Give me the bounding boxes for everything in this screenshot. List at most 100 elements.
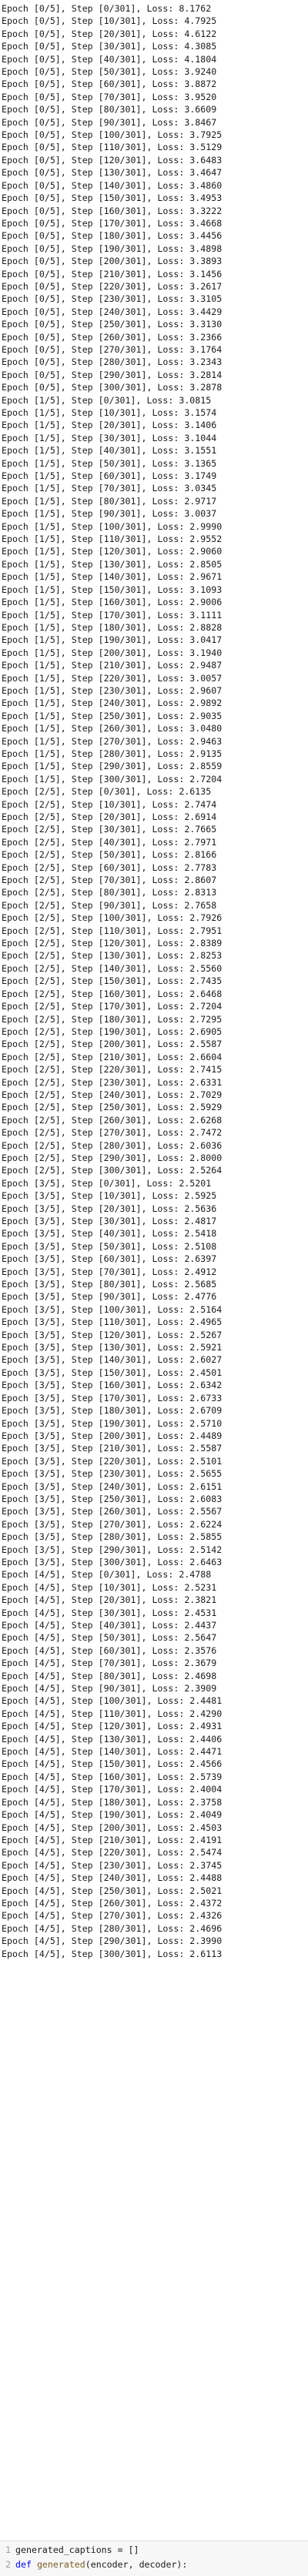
log-line: Epoch [0/5], Step [10/301], Loss: 4.7925	[2, 15, 217, 27]
log-line: Epoch [4/5], Step [250/301], Loss: 2.502…	[2, 1885, 223, 1896]
log-line: Epoch [4/5], Step [10/301], Loss: 2.5231	[2, 1581, 217, 1593]
log-line: Epoch [2/5], Step [30/301], Loss: 2.7665	[2, 824, 217, 835]
log-line: Epoch [2/5], Step [160/301], Loss: 2.646…	[2, 988, 223, 999]
log-line: Epoch [4/5], Step [0/301], Loss: 2.4788	[2, 1569, 212, 1581]
log-line: Epoch [1/5], Step [290/301], Loss: 2.855…	[2, 761, 223, 772]
log-line: Epoch [1/5], Step [120/301], Loss: 2.906…	[2, 546, 223, 557]
log-line: Epoch [3/5], Step [140/301], Loss: 2.602…	[2, 1354, 223, 1366]
log-line: Epoch [3/5], Step [290/301], Loss: 2.514…	[2, 1544, 223, 1555]
log-line: Epoch [0/5], Step [40/301], Loss: 4.1804	[2, 53, 217, 65]
log-line: Epoch [1/5], Step [20/301], Loss: 3.1406	[2, 420, 217, 431]
log-line: Epoch [3/5], Step [50/301], Loss: 2.5108	[2, 1240, 217, 1252]
log-line: Epoch [0/5], Step [280/301], Loss: 3.234…	[2, 356, 223, 368]
log-line: Epoch [4/5], Step [80/301], Loss: 2.4698	[2, 1670, 217, 1681]
log-line: Epoch [2/5], Step [240/301], Loss: 2.702…	[2, 1089, 223, 1100]
log-line: Epoch [4/5], Step [260/301], Loss: 2.437…	[2, 1897, 223, 1909]
log-line: Epoch [2/5], Step [170/301], Loss: 2.720…	[2, 1001, 223, 1012]
log-line: Epoch [2/5], Step [290/301], Loss: 2.800…	[2, 1152, 223, 1163]
log-line: Epoch [2/5], Step [220/301], Loss: 2.741…	[2, 1064, 223, 1076]
log-line: Epoch [1/5], Step [70/301], Loss: 3.0345	[2, 483, 217, 494]
log-line: Epoch [4/5], Step [280/301], Loss: 2.469…	[2, 1922, 223, 1934]
log-line: Epoch [1/5], Step [280/301], Loss: 2.913…	[2, 748, 223, 759]
log-line: Epoch [2/5], Step [130/301], Loss: 2.825…	[2, 950, 223, 962]
log-line: Epoch [0/5], Step [110/301], Loss: 3.512…	[2, 142, 223, 153]
log-line: Epoch [4/5], Step [90/301], Loss: 2.3909	[2, 1683, 217, 1694]
log-line: Epoch [2/5], Step [260/301], Loss: 2.626…	[2, 1114, 223, 1126]
log-line: Epoch [3/5], Step [90/301], Loss: 2.4776	[2, 1291, 217, 1303]
log-line: Epoch [3/5], Step [110/301], Loss: 2.496…	[2, 1316, 223, 1328]
log-line: Epoch [3/5], Step [220/301], Loss: 2.510…	[2, 1455, 223, 1467]
log-line: Epoch [0/5], Step [200/301], Loss: 3.389…	[2, 256, 223, 267]
log-line: Epoch [1/5], Step [90/301], Loss: 3.0037	[2, 508, 217, 520]
log-line: Epoch [1/5], Step [140/301], Loss: 2.967…	[2, 571, 223, 583]
log-line: Epoch [3/5], Step [120/301], Loss: 2.526…	[2, 1329, 223, 1340]
log-line: Epoch [4/5], Step [240/301], Loss: 2.448…	[2, 1872, 223, 1884]
log-line: Epoch [0/5], Step [240/301], Loss: 3.442…	[2, 306, 223, 317]
log-line: Epoch [2/5], Step [0/301], Loss: 2.6135	[2, 786, 212, 798]
log-line: Epoch [2/5], Step [190/301], Loss: 2.690…	[2, 1025, 223, 1037]
log-line: Epoch [4/5], Step [150/301], Loss: 2.456…	[2, 1758, 223, 1770]
log-line: Epoch [1/5], Step [220/301], Loss: 3.005…	[2, 672, 223, 684]
log-line: Epoch [1/5], Step [50/301], Loss: 3.1365	[2, 457, 217, 469]
log-line: Epoch [2/5], Step [100/301], Loss: 2.792…	[2, 912, 223, 924]
log-line: Epoch [0/5], Step [230/301], Loss: 3.310…	[2, 293, 223, 305]
log-line: Epoch [4/5], Step [100/301], Loss: 2.448…	[2, 1695, 223, 1707]
log-line: Epoch [2/5], Step [230/301], Loss: 2.633…	[2, 1076, 223, 1088]
log-line: Epoch [3/5], Step [180/301], Loss: 2.670…	[2, 1405, 223, 1417]
log-line: Epoch [3/5], Step [270/301], Loss: 2.622…	[2, 1518, 223, 1530]
log-line: Epoch [2/5], Step [80/301], Loss: 2.8313	[2, 887, 217, 898]
log-line: Epoch [0/5], Step [170/301], Loss: 3.466…	[2, 217, 223, 229]
log-line: Epoch [3/5], Step [0/301], Loss: 2.5201	[2, 1177, 212, 1189]
log-line: Epoch [0/5], Step [130/301], Loss: 3.464…	[2, 167, 223, 179]
log-line: Epoch [1/5], Step [40/301], Loss: 3.1551	[2, 445, 217, 457]
log-line: Epoch [2/5], Step [280/301], Loss: 2.603…	[2, 1139, 223, 1151]
log-line: Epoch [0/5], Step [160/301], Loss: 3.322…	[2, 205, 223, 216]
log-line: Epoch [1/5], Step [30/301], Loss: 3.1044	[2, 432, 217, 443]
code-cell[interactable]: 1 generated_captions = [] 2 def generate…	[0, 2541, 308, 2576]
log-line: Epoch [4/5], Step [220/301], Loss: 2.547…	[2, 1847, 223, 1858]
log-line: Epoch [1/5], Step [270/301], Loss: 2.946…	[2, 735, 223, 747]
log-line: Epoch [1/5], Step [300/301], Loss: 2.720…	[2, 773, 223, 785]
log-line: Epoch [1/5], Step [100/301], Loss: 2.999…	[2, 520, 223, 532]
log-line: Epoch [4/5], Step [70/301], Loss: 2.3679	[2, 1658, 217, 1669]
log-line: Epoch [3/5], Step [260/301], Loss: 2.556…	[2, 1506, 223, 1517]
log-line: Epoch [4/5], Step [210/301], Loss: 2.419…	[2, 1834, 223, 1845]
log-line: Epoch [2/5], Step [20/301], Loss: 2.6914	[2, 811, 217, 822]
log-line: Epoch [1/5], Step [200/301], Loss: 3.194…	[2, 647, 223, 658]
log-line: Epoch [4/5], Step [110/301], Loss: 2.429…	[2, 1708, 223, 1719]
log-line: Epoch [0/5], Step [100/301], Loss: 3.792…	[2, 129, 223, 141]
log-line: Epoch [1/5], Step [0/301], Loss: 3.0815	[2, 394, 212, 406]
log-line: Epoch [3/5], Step [40/301], Loss: 2.5418	[2, 1228, 217, 1239]
log-line: Epoch [4/5], Step [140/301], Loss: 2.447…	[2, 1746, 223, 1758]
log-line: Epoch [0/5], Step [0/301], Loss: 8.1762	[2, 3, 212, 14]
log-line: Epoch [2/5], Step [210/301], Loss: 2.660…	[2, 1051, 223, 1062]
log-line: Epoch [2/5], Step [200/301], Loss: 2.558…	[2, 1039, 223, 1050]
log-line: Epoch [2/5], Step [150/301], Loss: 2.743…	[2, 975, 223, 987]
log-line: Epoch [4/5], Step [130/301], Loss: 2.440…	[2, 1733, 223, 1745]
log-line: Epoch [4/5], Step [300/301], Loss: 2.611…	[2, 1948, 223, 1959]
log-line: Epoch [0/5], Step [90/301], Loss: 3.8467	[2, 116, 217, 128]
log-line: Epoch [0/5], Step [190/301], Loss: 3.489…	[2, 243, 223, 254]
log-line: Epoch [4/5], Step [290/301], Loss: 2.399…	[2, 1935, 223, 1947]
log-line: Epoch [0/5], Step [20/301], Loss: 4.6122	[2, 28, 217, 39]
line-number: 1	[5, 2544, 11, 2555]
log-line: Epoch [4/5], Step [180/301], Loss: 2.375…	[2, 1796, 223, 1808]
log-line: Epoch [3/5], Step [240/301], Loss: 2.615…	[2, 1480, 223, 1492]
log-line: Epoch [3/5], Step [100/301], Loss: 2.516…	[2, 1303, 223, 1315]
log-line: Epoch [3/5], Step [150/301], Loss: 2.450…	[2, 1367, 223, 1378]
def-keyword: def	[15, 2559, 32, 2570]
log-line: Epoch [3/5], Step [10/301], Loss: 2.5925	[2, 1190, 217, 1202]
log-line: Epoch [0/5], Step [210/301], Loss: 3.145…	[2, 268, 223, 279]
log-line: Epoch [3/5], Step [30/301], Loss: 2.4817	[2, 1216, 217, 1226]
function-name: generated	[36, 2559, 85, 2570]
log-line: Epoch [0/5], Step [140/301], Loss: 3.486…	[2, 179, 223, 191]
log-line: Epoch [4/5], Step [230/301], Loss: 2.374…	[2, 1859, 223, 1871]
log-line: Epoch [2/5], Step [300/301], Loss: 2.526…	[2, 1165, 223, 1176]
code-line-1: 1 generated_captions = []	[0, 2544, 308, 2556]
log-line: Epoch [4/5], Step [190/301], Loss: 2.404…	[2, 1809, 223, 1821]
log-line: Epoch [1/5], Step [250/301], Loss: 2.903…	[2, 710, 223, 721]
log-line: Epoch [1/5], Step [180/301], Loss: 2.882…	[2, 621, 223, 633]
code-line-2: 2 def generated (encoder, decoder):	[0, 2558, 308, 2571]
log-line: Epoch [3/5], Step [80/301], Loss: 2.5685	[2, 1279, 217, 1290]
log-line: Epoch [1/5], Step [230/301], Loss: 2.960…	[2, 684, 223, 696]
